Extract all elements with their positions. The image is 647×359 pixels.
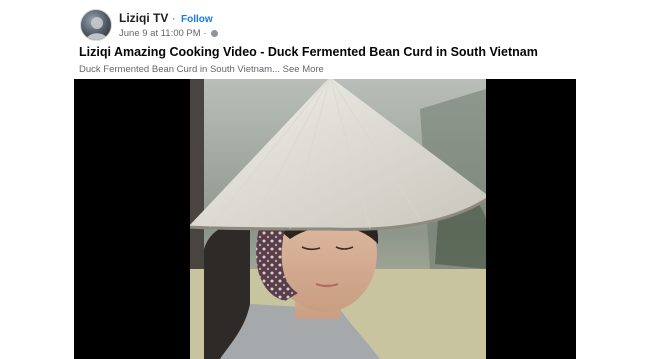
post-timestamp[interactable]: June 9 at 11:00 PM · [119, 28, 207, 39]
post-meta: June 9 at 11:00 PM · [119, 28, 219, 40]
video-player[interactable] [74, 79, 576, 359]
video-thumbnail [190, 79, 486, 359]
post-description: Duck Fermented Bean Curd in South Vietna… [79, 64, 324, 75]
post-header: Liziqi TV · Follow June 9 at 11:00 PM · [119, 11, 219, 40]
author-line: Liziqi TV · Follow [119, 11, 218, 27]
description-text: Duck Fermented Bean Curd in South Vietna… [79, 64, 281, 75]
author-name[interactable]: Liziqi TV [119, 11, 168, 25]
video-frame[interactable] [190, 79, 486, 359]
separator-dot: · [171, 11, 176, 25]
post-title: Liziqi Amazing Cooking Video - Duck Ferm… [79, 45, 538, 59]
see-more-link[interactable]: See More [283, 64, 324, 75]
avatar[interactable] [80, 9, 112, 41]
facebook-post: Liziqi TV · Follow June 9 at 11:00 PM · … [0, 0, 647, 359]
globe-icon [211, 30, 219, 37]
follow-button[interactable]: Follow [181, 14, 213, 25]
